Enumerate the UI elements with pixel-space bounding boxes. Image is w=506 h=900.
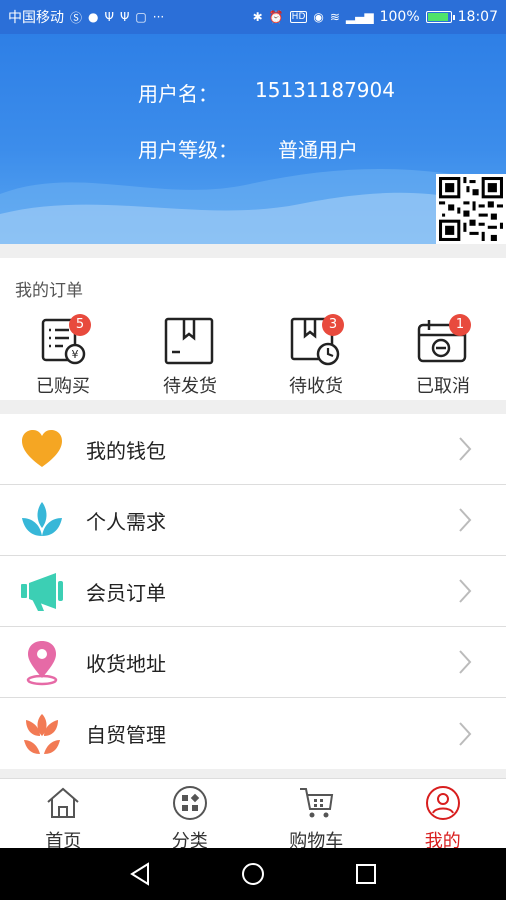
menu-item-label: 会员订单	[86, 580, 166, 605]
menu-item-label: 个人需求	[86, 509, 166, 534]
menu-item-member-orders[interactable]: 会员订单	[0, 556, 506, 627]
menu-item-personal-needs[interactable]: 个人需求	[0, 485, 506, 556]
to-receive-badge: 3	[322, 314, 344, 336]
bottom-tab-bar: 首页 分类 购物车 我的	[0, 778, 506, 852]
order-cancelled[interactable]: 1 已取消	[380, 314, 506, 397]
profile-icon	[425, 786, 460, 820]
tab-mine[interactable]: 我的	[380, 779, 506, 852]
order-to-receive-label: 待收货	[289, 376, 343, 397]
usb-icon: Ψ	[119, 10, 130, 24]
lock-icon: ▢	[135, 10, 147, 24]
s-icon: Ⓢ	[70, 10, 83, 25]
menu-item-label: 自贸管理	[86, 723, 166, 747]
orders-title: 我的订单	[15, 281, 83, 301]
more-icon: ···	[152, 10, 165, 24]
qr-code[interactable]	[436, 174, 506, 244]
header-wave-decoration	[0, 169, 506, 244]
system-nav-bar	[0, 848, 506, 900]
chevron-right-icon	[459, 721, 472, 746]
carrier-name: 中国移动	[8, 10, 64, 26]
bluetooth-icon: ✱	[252, 10, 263, 24]
username-value: 15131187904	[255, 78, 395, 102]
home-button-icon[interactable]	[239, 860, 267, 888]
menu-item-wallet[interactable]: 我的钱包	[0, 414, 506, 485]
qr-code-icon	[439, 177, 503, 241]
level-label: 用户等级：	[138, 138, 238, 162]
to-ship-icon	[164, 317, 214, 365]
eye-icon: ◉	[313, 10, 324, 24]
svg-text:¥: ¥	[72, 348, 79, 361]
wifi-icon: ≋	[329, 10, 340, 24]
menu-item-label: 收货地址	[86, 651, 166, 676]
order-to-ship[interactable]: 待发货	[127, 316, 253, 397]
chevron-right-icon	[459, 650, 472, 674]
purchased-badge: 5	[69, 314, 91, 336]
order-purchased-label: 已购买	[36, 376, 90, 397]
order-to-receive[interactable]: 3 待收货	[253, 314, 379, 397]
clock-time: 18:07	[457, 9, 498, 25]
cart-icon	[300, 788, 334, 818]
tab-home[interactable]: 首页	[0, 779, 127, 852]
profile-header: 用户名： 15131187904 用户等级： 普通用户	[0, 34, 506, 244]
battery-icon	[425, 11, 455, 23]
battery-percent: 100%	[379, 9, 420, 25]
menu-item-trade-management[interactable]: 自贸管理	[0, 698, 506, 769]
username-label: 用户名：	[138, 82, 218, 106]
order-cancelled-label: 已取消	[416, 376, 470, 397]
tab-cart[interactable]: 购物车	[253, 779, 380, 852]
chevron-right-icon	[459, 437, 472, 461]
level-value: 普通用户	[278, 138, 358, 162]
tulip-icon	[24, 713, 60, 754]
lotus-icon	[22, 502, 62, 536]
globe-icon: ●	[88, 10, 99, 24]
chevron-right-icon	[459, 579, 472, 603]
status-bar: 中国移动 Ⓢ ● Ψ Ψ ▢ ··· ✱ ⏰ HD ◉ ≋ ▂▄▆ 100% 1…	[0, 0, 506, 34]
my-orders-section: 我的订单 ¥ 5 已购买 待发货 3 待收货 1 已取消	[0, 258, 506, 400]
signal-icon: ▂▄▆	[345, 10, 374, 24]
menu-list: 我的钱包 个人需求 会员订单 收货地址 自贸管理	[0, 414, 506, 769]
heart-icon	[22, 430, 62, 467]
menu-item-label: 我的钱包	[86, 438, 166, 463]
home-icon	[47, 787, 79, 818]
category-icon	[172, 786, 207, 820]
order-to-ship-label: 待发货	[163, 376, 217, 397]
usb-icon: Ψ	[104, 10, 114, 24]
cancelled-badge: 1	[449, 314, 471, 336]
alarm-icon: ⏰	[268, 10, 284, 24]
order-purchased[interactable]: ¥ 5 已购买	[0, 314, 126, 397]
location-pin-icon	[26, 641, 58, 686]
menu-item-shipping-address[interactable]: 收货地址	[0, 627, 506, 698]
chevron-right-icon	[459, 508, 472, 532]
back-icon[interactable]	[126, 860, 154, 888]
recent-apps-icon[interactable]	[352, 860, 380, 888]
tab-category[interactable]: 分类	[127, 779, 254, 852]
megaphone-icon	[21, 573, 63, 611]
hd-icon: HD	[289, 11, 308, 23]
